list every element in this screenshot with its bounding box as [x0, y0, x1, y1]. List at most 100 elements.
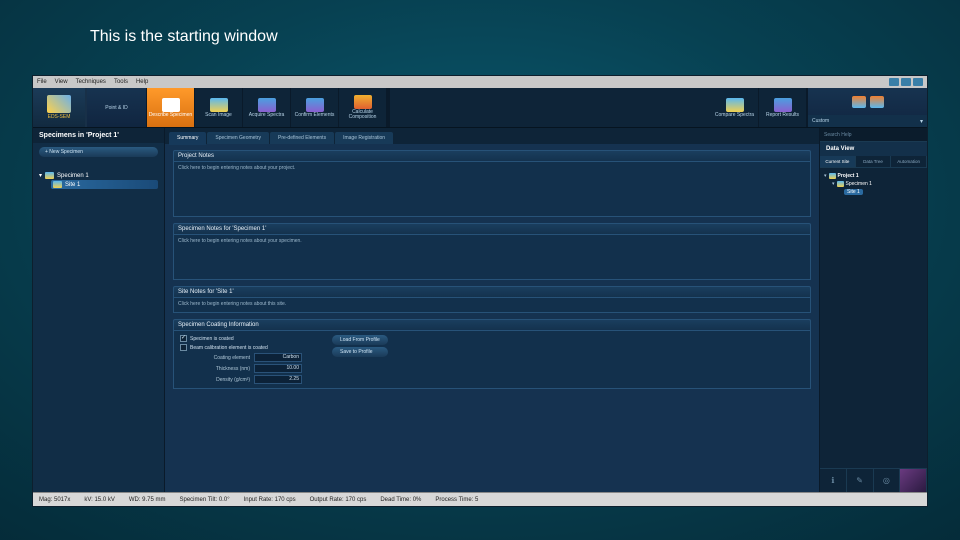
confirm-icon — [306, 98, 324, 112]
footer-tool-icon[interactable]: ✎ — [847, 469, 874, 492]
data-tree: ▾ Project 1 ▾ Specimen 1 Site 1 — [820, 168, 927, 200]
coating-section: Specimen Coating Information Specimen is… — [173, 319, 811, 389]
project-notes-textarea[interactable]: Click here to begin entering notes about… — [173, 161, 811, 217]
footer-info-icon[interactable]: ℹ — [820, 469, 847, 492]
project-notes-title: Project Notes — [173, 150, 811, 161]
new-specimen-button[interactable]: + New Specimen — [39, 147, 158, 157]
specimen-icon — [837, 181, 844, 187]
status-wd: WD: 9.75 mm — [129, 497, 166, 503]
checkbox-on-icon — [180, 335, 187, 342]
checkbox-off-icon — [180, 344, 187, 351]
coating-body: Specimen is coated Beam calibration elem… — [173, 330, 811, 389]
dt-project-row[interactable]: ▾ Project 1 — [824, 172, 923, 180]
prev-step-icon[interactable] — [852, 96, 866, 108]
report-icon — [774, 98, 792, 112]
expand-icon[interactable]: ▾ — [832, 181, 835, 187]
density-input[interactable]: 2.25 — [254, 375, 302, 384]
search-help-input[interactable]: Search Help — [820, 128, 927, 142]
support-title: Data View — [820, 142, 927, 156]
tree-specimen-label: Specimen 1 — [57, 173, 89, 179]
status-bar: Mag: 5017x kV: 15.0 kV WD: 9.75 mm Speci… — [33, 492, 927, 506]
nav-logo[interactable]: EDS-SEM — [33, 88, 87, 127]
nav-right-group: Compare Spectra Report Results — [711, 88, 807, 127]
coated-checkbox[interactable]: Specimen is coated — [180, 335, 302, 342]
nav-point-id-label: Point & ID — [105, 105, 128, 111]
coated-label: Specimen is coated — [190, 336, 234, 342]
chevron-down-icon[interactable]: ▾ — [920, 118, 923, 125]
specimen-notes-textarea[interactable]: Click here to begin entering notes about… — [173, 234, 811, 280]
menu-file[interactable]: File — [37, 79, 47, 85]
tree-specimen-row[interactable]: ▾ Specimen 1 — [39, 171, 158, 180]
next-step-icon[interactable] — [870, 96, 884, 108]
support-tab-auto[interactable]: Automation — [891, 156, 927, 167]
nav-step-scan[interactable]: Scan Image — [195, 88, 243, 127]
close-icon[interactable] — [913, 78, 923, 86]
nav-custom[interactable]: Custom ▾ — [808, 88, 927, 127]
beam-checkbox[interactable]: Beam calibration element is coated — [180, 344, 302, 351]
beam-label: Beam calibration element is coated — [190, 345, 268, 351]
support-footer: ℹ ✎ ◎ — [820, 468, 927, 492]
footer-thumbnail[interactable] — [900, 469, 927, 492]
status-dead: Dead Time: 0% — [380, 497, 421, 503]
save-profile-button[interactable]: Save to Profile — [332, 347, 388, 357]
app-logo-icon — [47, 95, 71, 113]
menu-bar: File View Techniques Tools Help — [33, 76, 927, 88]
spectra-icon — [258, 98, 276, 112]
expand-icon[interactable]: ▾ — [824, 173, 827, 179]
footer-target-icon[interactable]: ◎ — [874, 469, 901, 492]
folder-icon — [829, 173, 836, 179]
status-process: Process Time: 5 — [435, 497, 478, 503]
specimen-notes-section: Specimen Notes for 'Specimen 1' Click he… — [173, 223, 811, 280]
tree-site-label: Site 1 — [65, 182, 80, 188]
status-output: Output Rate: 170 cps — [310, 497, 367, 503]
specimen-tree: ▾ Specimen 1 Site 1 — [33, 161, 164, 191]
dt-site-row[interactable]: Site 1 — [844, 188, 923, 196]
dt-project-label: Project 1 — [838, 173, 859, 179]
nav-compare[interactable]: Compare Spectra — [711, 88, 759, 127]
nav-compare-label: Compare Spectra — [715, 113, 754, 118]
tab-summary[interactable]: Summary — [169, 132, 206, 145]
status-input: Input Rate: 170 cps — [244, 497, 296, 503]
info-icon — [162, 98, 180, 112]
nav-step-4-label: Confirm Elements — [295, 113, 335, 118]
dt-specimen-row[interactable]: ▾ Specimen 1 — [832, 180, 923, 188]
nav-step-acquire[interactable]: Acquire Spectra — [243, 88, 291, 127]
nav-step-2-label: Scan Image — [205, 113, 232, 118]
menu-techniques[interactable]: Techniques — [76, 79, 106, 85]
nav-report-label: Report Results — [766, 113, 799, 118]
nav-step-describe[interactable]: Describe Specimen — [147, 88, 195, 127]
tree-site-row[interactable]: Site 1 — [51, 180, 158, 189]
tab-geometry[interactable]: Specimen Geometry — [207, 132, 269, 144]
project-notes-section: Project Notes Click here to begin enteri… — [173, 150, 811, 217]
nav-step-calculate[interactable]: Calculate Composition — [339, 88, 387, 127]
dt-site-label: Site 1 — [844, 189, 863, 195]
status-kv: kV: 15.0 kV — [84, 497, 114, 503]
minimize-icon[interactable] — [889, 78, 899, 86]
support-panel: Search Help Data View Current Site Data … — [819, 128, 927, 492]
nav-step-1-label: Describe Specimen — [149, 113, 192, 118]
load-profile-button[interactable]: Load From Profile — [332, 335, 388, 345]
slide-title: This is the starting window — [90, 28, 278, 46]
tab-registration[interactable]: Image Registration — [335, 132, 393, 144]
nav-point-id[interactable]: Point & ID — [87, 88, 147, 127]
specimen-icon — [45, 172, 54, 179]
compare-icon — [726, 98, 744, 112]
menu-help[interactable]: Help — [136, 79, 148, 85]
nav-report[interactable]: Report Results — [759, 88, 807, 127]
nav-step-3-label: Acquire Spectra — [249, 113, 285, 118]
nav-step-5-label: Calculate Composition — [339, 110, 386, 120]
thickness-input[interactable]: 10.00 — [254, 364, 302, 373]
support-tabs: Current Site Data Tree Automation — [820, 156, 927, 168]
menu-tools[interactable]: Tools — [114, 79, 128, 85]
tab-predefined[interactable]: Pre-defined Elements — [270, 132, 334, 144]
expand-icon[interactable]: ▾ — [39, 172, 42, 179]
nav-step-confirm[interactable]: Confirm Elements — [291, 88, 339, 127]
app-logo-label: EDS-SEM — [48, 114, 71, 120]
coating-element-select[interactable]: Carbon — [254, 353, 302, 362]
maximize-icon[interactable] — [901, 78, 911, 86]
site-notes-textarea[interactable]: Click here to begin entering notes about… — [173, 297, 811, 313]
support-tab-current[interactable]: Current Site — [820, 156, 856, 167]
support-tab-tree[interactable]: Data Tree — [856, 156, 892, 167]
nav-custom-label: Custom — [812, 118, 829, 124]
menu-view[interactable]: View — [55, 79, 68, 85]
